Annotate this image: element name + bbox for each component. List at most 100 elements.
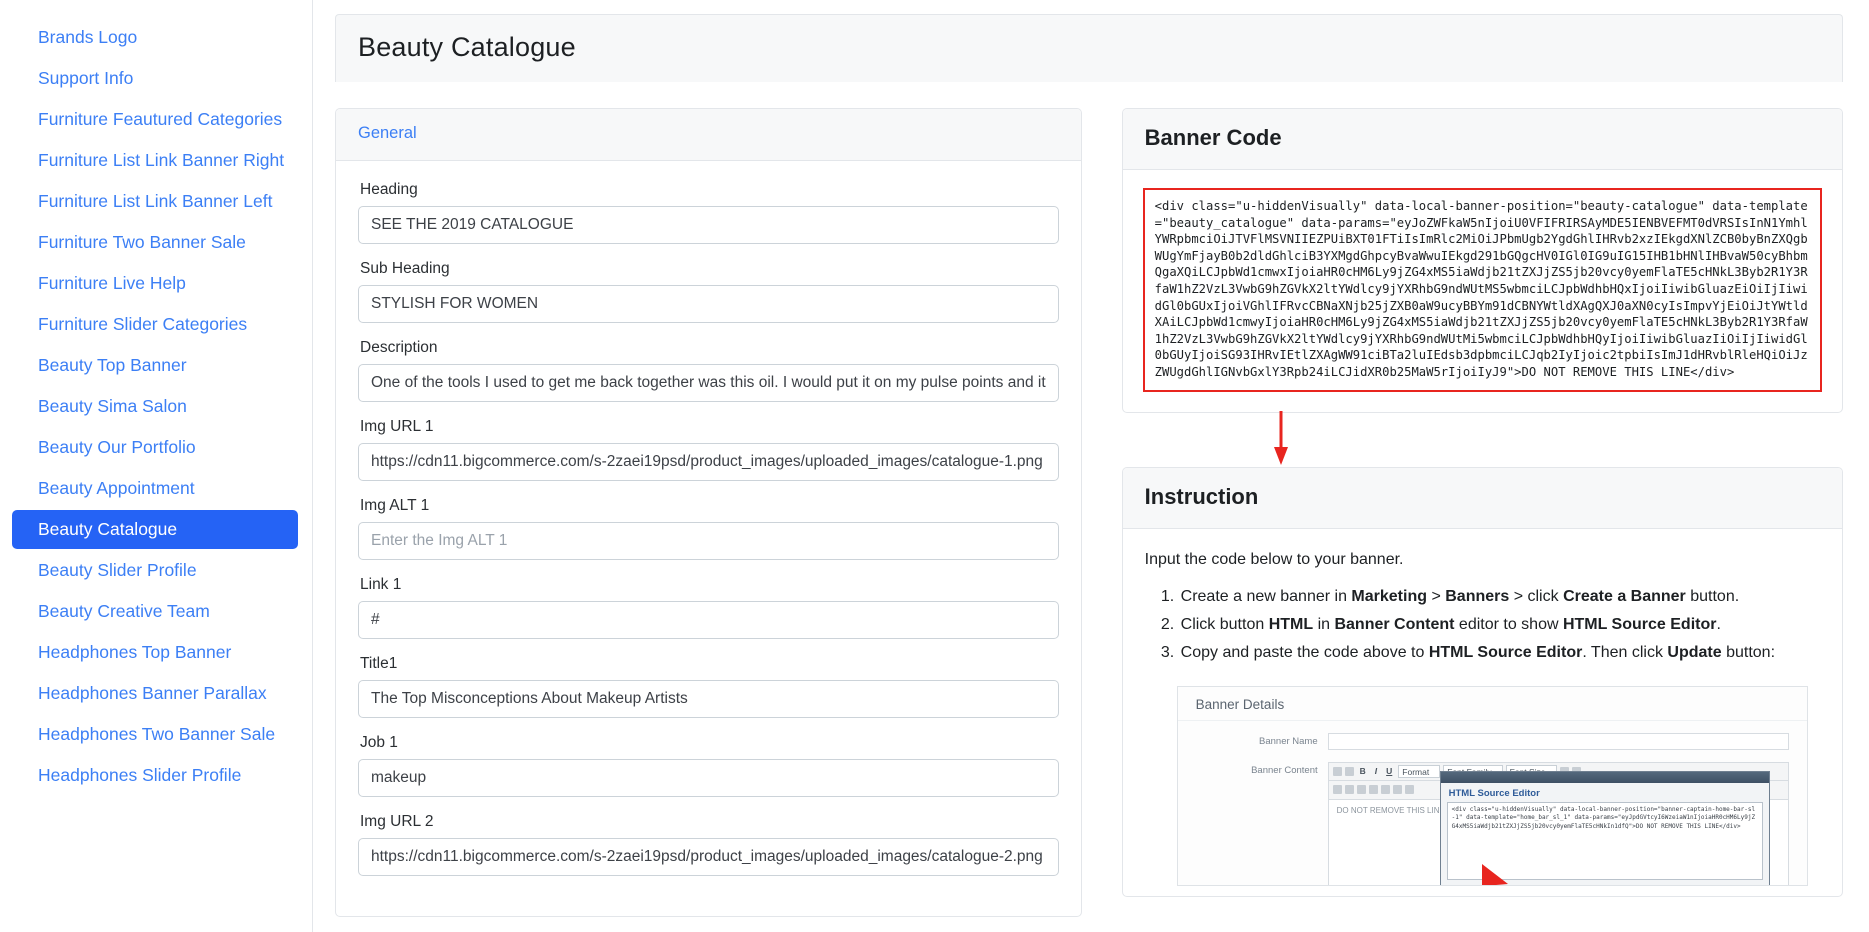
instruction-header: Instruction [1122,467,1842,529]
sidebar-item-beauty-slider-profile[interactable]: Beauty Slider Profile [12,551,298,590]
dialog-title: HTML Source Editor [1448,787,1540,799]
content-columns: General Heading SEE THE 2019 CATALOGUE Sub… [313,82,1869,917]
field-label: Sub Heading [360,260,450,277]
screenshot-banner-name-input [1327,732,1789,750]
general-form-body: Heading SEE THE 2019 CATALOGUE Sub Heading… [336,161,1081,916]
field-job-1: Job 1 makeup [358,734,1059,797]
step-emphasis: Banners [1445,587,1510,605]
down-arrow-icon [1273,410,1288,465]
banner-code-card: Banner Code <div class="u-hiddenVisually… [1121,108,1843,413]
field-img-url-1: Img URL 1 https://cdn11.bigcommerce.com/s… [358,418,1059,481]
sidebar-item-furniture-list-link-banner-right[interactable]: Furniture List Link Banner Right [12,141,298,180]
sidebar-item-headphones-top-banner[interactable]: Headphones Top Banner [12,633,298,672]
step-emphasis: Marketing [1351,587,1427,605]
field-label: Description [360,339,438,356]
field-input[interactable]: The Top Misconceptions About Makeup Arti… [358,680,1059,718]
sidebar-item-furniture-two-banner-sale[interactable]: Furniture Two Banner Sale [12,223,298,262]
sidebar-item-headphones-two-banner-sale[interactable]: Headphones Two Banner Sale [12,715,298,754]
sidebar-item-support-info[interactable]: Support Info [12,59,298,98]
field-label: Img ALT 1 [360,497,430,514]
italic-icon: I [1374,766,1378,777]
sidebar-item-furniture-feautured-categories[interactable]: Furniture Feautured Categories [12,100,298,139]
field-input[interactable]: One of the tools I used to get me back t… [358,364,1059,402]
tab-general[interactable]: General [358,124,417,143]
step-text: Copy and paste the code above to [1180,644,1429,662]
banner-code-body: <div class="u-hiddenVisually" data-local… [1123,170,1842,412]
step-text: . Then click [1582,644,1668,662]
instruction-step: Click button HTML in Banner Content edit… [1179,611,1820,639]
sidebar-item-headphones-banner-parallax[interactable]: Headphones Banner Parallax [12,674,298,713]
undo-icon [1332,766,1342,776]
general-card: General Heading SEE THE 2019 CATALOGUE Sub… [335,108,1082,917]
sidebar-item-furniture-live-help[interactable]: Furniture Live Help [12,264,298,303]
main-content: Beauty Catalogue General Heading SEE THE … [312,0,1869,932]
sidebar-item-beauty-top-banner[interactable]: Beauty Top Banner [12,346,298,385]
instruction-title: Instruction [1144,483,1259,509]
underline-icon: U [1386,766,1393,777]
instruction-body: Input the code below to your banner. Cre… [1123,529,1842,896]
sidebar-item-beauty-catalogue[interactable]: Beauty Catalogue [12,510,298,549]
field-input[interactable]: https://cdn11.bigcommerce.com/s-2zaei19p… [358,443,1059,481]
field-input[interactable]: # [358,601,1059,639]
step-text: in [1313,616,1335,633]
field-label: Heading [360,181,418,198]
step-emphasis: HTML Source Editor [1428,644,1583,662]
sidebar-item-beauty-appointment[interactable]: Beauty Appointment [12,469,298,508]
field-heading: Heading SEE THE 2019 CATALOGUE [358,181,1059,244]
eraser-icon [1392,785,1402,795]
sidebar-item-beauty-creative-team[interactable]: Beauty Creative Team [12,592,298,631]
sidebar-item-headphones-slider-profile[interactable]: Headphones Slider Profile [12,756,298,795]
field-label: Link 1 [360,576,402,593]
field-label: Job 1 [360,734,398,751]
list-icon [1404,785,1414,795]
step-text: Click button [1180,616,1269,633]
sidebar-item-beauty-our-portfolio[interactable]: Beauty Our Portfolio [12,428,298,467]
page-title-card: Beauty Catalogue [335,14,1843,82]
banner-code-title: Banner Code [1144,125,1282,150]
app-root: Brands Logo Support Info Furniture Feautur… [0,0,1869,932]
info-column: Banner Code <div class="u-hiddenVisually… [1121,108,1843,897]
screenshot-banner-content-label: Banner Content [1251,764,1318,776]
field-link-1: Link 1 # [358,576,1059,639]
step-text: > [1427,587,1446,605]
tabs-header: General [336,109,1081,161]
step-emphasis: Update [1667,644,1722,662]
instruction-screenshot: Banner Details Banner Name Banner Conten… [1176,685,1808,886]
form-column: General Heading SEE THE 2019 CATALOGUE Sub… [335,108,1082,917]
instruction-card: Instruction Input the code below to your… [1121,466,1843,897]
field-input[interactable]: https://cdn11.bigcommerce.com/s-2zaei19p… [358,838,1059,876]
field-input[interactable]: STYLISH FOR WOMEN [358,285,1059,323]
field-title1: Title1 The Top Misconceptions About Makeu… [358,655,1059,718]
paste-text-icon [1368,785,1378,795]
copy-icon [1344,785,1354,795]
field-label: Title1 [360,655,398,672]
banner-code-snippet[interactable]: <div class="u-hiddenVisually" data-local… [1142,188,1822,392]
sidebar-item-beauty-sima-salon[interactable]: Beauty Sima Salon [12,387,298,426]
screenshot-panel-title: Banner Details [1177,687,1807,721]
cursor-pointer-icon [1481,863,1508,885]
screenshot-banner-name-row: Banner Name [1178,732,1807,750]
step-text: editor to show [1454,616,1563,633]
field-input[interactable]: Enter the Img ALT 1 [358,522,1059,560]
field-label: Img URL 1 [360,418,434,435]
sidebar-item-furniture-list-link-banner-left[interactable]: Furniture List Link Banner Left [12,182,298,221]
field-label: Img URL 2 [360,813,434,830]
field-input[interactable]: makeup [358,759,1059,797]
banner-code-header: Banner Code [1122,109,1842,170]
step-emphasis: Banner Content [1334,616,1455,633]
field-img-url-2: Img URL 2 https://cdn11.bigcommerce.com/s… [358,813,1059,876]
step-text: Create a new banner in [1180,587,1352,605]
instruction-steps: Create a new banner in Marketing > Banne… [1145,583,1820,668]
field-input[interactable]: SEE THE 2019 CATALOGUE [358,206,1059,244]
field-img-alt-1: Img ALT 1 Enter the Img ALT 1 [358,497,1059,560]
dialog-titlebar [1440,771,1769,783]
field-sub-heading: Sub Heading STYLISH FOR WOMEN [358,260,1059,323]
paste-icon [1356,785,1366,795]
sidebar-item-furniture-slider-categories[interactable]: Furniture Slider Categories [12,305,298,344]
instruction-step: Create a new banner in Marketing > Banne… [1179,583,1820,611]
page-title: Beauty Catalogue [358,32,576,62]
step-text: > click [1509,587,1564,605]
bold-icon: B [1359,766,1366,777]
screenshot-banner-name-label: Banner Name [1259,735,1318,747]
sidebar-item-brands-logo[interactable]: Brands Logo [12,18,298,57]
